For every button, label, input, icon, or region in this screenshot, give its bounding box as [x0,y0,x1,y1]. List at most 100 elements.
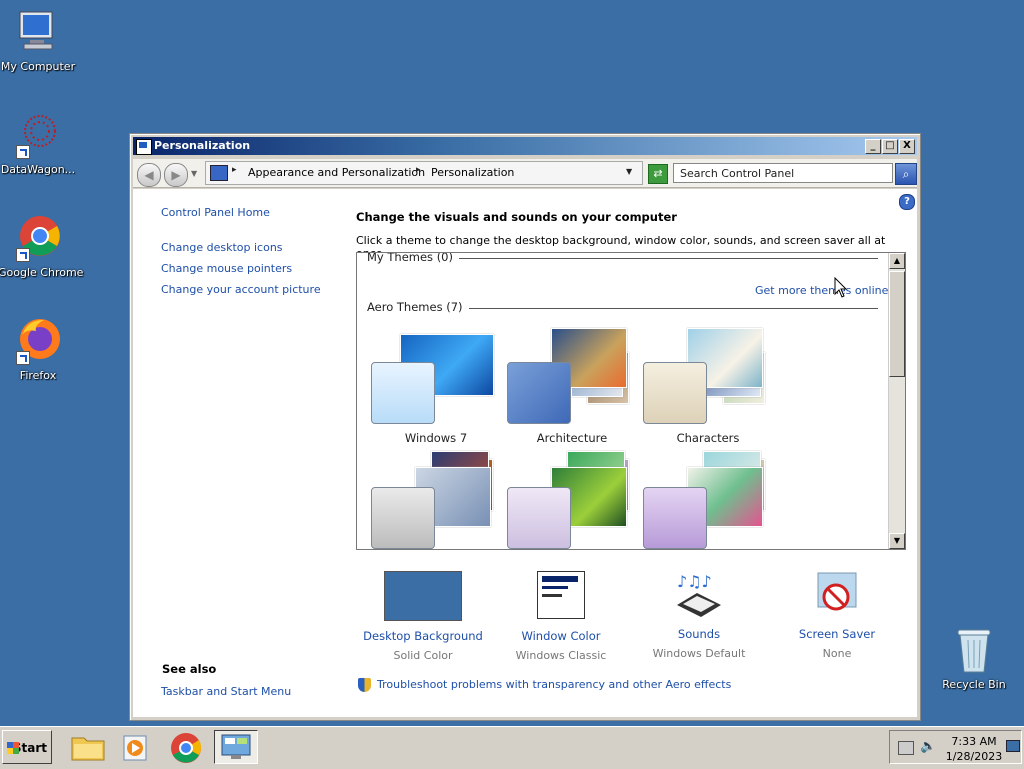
windows-logo-icon [7,742,19,754]
sounds-icon: ♪♫♪ [673,571,725,619]
minimize-button[interactable]: _ [865,139,881,154]
theme-color-swatch [643,487,707,549]
network-icon[interactable] [898,741,914,755]
control-panel-icon [136,139,152,155]
desktop-icon-datawagon[interactable]: DataWagon... [0,111,78,176]
breadcrumb-item-appearance[interactable]: Appearance and Personalization [248,166,425,179]
desktop-icon-my-computer[interactable]: My Computer [0,8,78,73]
desktop-icon-firefox[interactable]: Firefox [0,317,78,382]
change-account-picture-link[interactable]: Change your account picture [161,283,321,296]
computer-icon [14,8,62,56]
theme-name: Characters [676,431,740,445]
page-title: Change the visuals and sounds on your co… [356,210,677,224]
desktop-icon-label: Recycle Bin [942,678,1006,691]
theme-name: Windows 7 [404,431,468,445]
clock[interactable]: 7:33 AM 1/28/2023 [942,734,1006,764]
desktop-background-link[interactable]: Desktop Background [353,629,493,643]
theme-scenes[interactable] [643,451,773,549]
change-desktop-icons-link[interactable]: Change desktop icons [161,241,283,254]
breadcrumb-item-personalization[interactable]: Personalization [431,166,514,179]
theme-landscapes[interactable] [371,451,501,549]
taskbar-explorer[interactable] [66,730,110,764]
help-icon[interactable]: ? [899,194,915,210]
start-button[interactable]: Start [2,730,52,764]
theme-nature[interactable] [507,451,637,549]
vertical-scrollbar[interactable]: ▲ ▼ [888,253,905,549]
shortcut-arrow-icon [16,248,30,262]
scroll-up-icon[interactable]: ▲ [889,253,905,269]
sounds-setting[interactable]: ♪♫♪ Sounds Windows Default [629,571,769,660]
sounds-link[interactable]: Sounds [629,627,769,641]
screen-saver-icon [814,571,860,619]
get-more-themes-link[interactable]: Get more themes online [755,284,888,297]
screen-saver-setting[interactable]: Screen Saver None [767,571,907,660]
scroll-down-icon[interactable]: ▼ [889,533,905,549]
theme-color-swatch [507,362,571,424]
change-mouse-pointers-link[interactable]: Change mouse pointers [161,262,292,275]
desktop-icon-label: DataWagon... [0,163,76,176]
back-button[interactable]: ◀ [137,163,161,187]
personalization-window: Personalization _ □ X ◀ ▶ ▼ ▸ Appearance… [129,133,921,721]
chrome-icon [14,214,62,262]
volume-icon[interactable]: 🔈 [920,739,936,754]
close-button[interactable]: X [899,139,915,154]
chrome-icon [171,733,202,763]
breadcrumb[interactable]: ▸ Appearance and Personalization ▸ Perso… [205,161,643,185]
taskbar-start-menu-link[interactable]: Taskbar and Start Menu [161,685,291,698]
theme-architecture[interactable]: Architecture [507,328,637,445]
media-player-icon [123,735,147,761]
search-input[interactable]: Search Control Panel [673,163,893,183]
content-area: Control Panel Home Change desktop icons … [133,189,917,717]
clock-time: 7:33 AM [951,735,997,748]
svg-text:♪♫♪: ♪♫♪ [677,572,712,591]
aero-themes-group-label: Aero Themes (7) [367,300,469,314]
see-also-heading: See also [162,662,217,676]
breadcrumb-arrow-icon[interactable]: ▸ [232,165,237,175]
taskbar-control-panel[interactable] [214,730,258,764]
refresh-icon[interactable]: ⇄ [648,164,668,184]
taskbar-media-player[interactable] [114,730,158,764]
system-tray: 🔈 7:33 AM 1/28/2023 [889,730,1022,764]
shortcut-arrow-icon [16,145,30,159]
recent-pages-dropdown-icon[interactable]: ▼ [191,169,197,178]
theme-name: Architecture [536,431,608,445]
group-divider [459,308,878,309]
theme-color-swatch [507,487,571,549]
desktop-background-value: Solid Color [393,649,453,662]
theme-characters[interactable]: Characters [643,328,773,445]
datawagon-icon [14,111,62,159]
desktop-icon-label: Firefox [19,369,57,382]
control-panel-home-link[interactable]: Control Panel Home [161,206,270,219]
screen-saver-link[interactable]: Screen Saver [767,627,907,641]
desktop-background-setting[interactable]: Desktop Background Solid Color [353,571,493,662]
desktop-icon-google-chrome[interactable]: Google Chrome [0,214,84,279]
window-color-link[interactable]: Window Color [491,629,631,643]
screen-saver-value: None [822,647,852,660]
search-icon[interactable]: ⌕ [895,163,917,185]
forward-button[interactable]: ▶ [164,163,188,187]
show-desktop-icon[interactable] [1006,740,1020,752]
themes-list[interactable]: My Themes (0) Get more themes online Aer… [356,252,906,550]
theme-color-swatch [371,362,435,424]
address-dropdown-icon[interactable]: ▼ [626,167,632,176]
maximize-button[interactable]: □ [882,139,898,154]
troubleshoot-aero-link[interactable]: Troubleshoot problems with transparency … [377,678,731,691]
theme-windows-7[interactable]: Windows 7 [371,328,501,445]
folder-icon [71,737,105,761]
scroll-thumb[interactable] [889,271,905,377]
control-panel-icon [210,165,228,181]
shortcut-arrow-icon [16,351,30,365]
breadcrumb-arrow-icon[interactable]: ▸ [416,165,421,175]
window-color-setting[interactable]: Window Color Windows Classic [491,571,631,662]
desktop-icon-recycle-bin[interactable]: Recycle Bin [934,626,1014,691]
my-themes-group-label: My Themes (0) [367,253,459,264]
control-panel-icon [221,734,251,759]
desktop-icon-label: My Computer [0,60,76,73]
title-bar[interactable]: Personalization _ □ X [133,137,917,155]
desktop-icon-label: Google Chrome [0,266,84,279]
recycle-bin-icon [950,626,998,674]
taskbar-chrome[interactable] [164,730,208,764]
address-bar: ◀ ▶ ▼ ▸ Appearance and Personalization ▸… [133,159,917,188]
shield-icon [358,678,371,692]
group-divider [452,258,878,259]
